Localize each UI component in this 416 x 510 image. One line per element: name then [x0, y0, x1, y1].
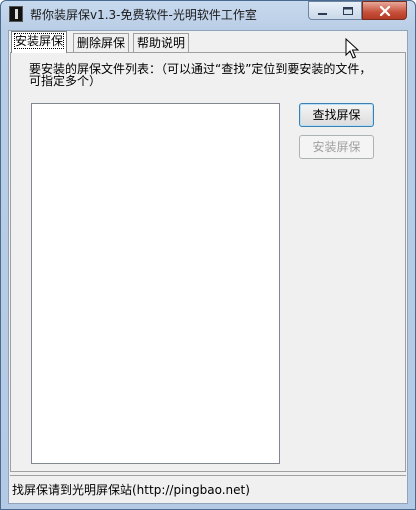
close-icon — [379, 5, 391, 17]
install-tab-panel: 要安装的屏保文件列表：（可以通过“查找”定位到要安装的文件， 可指定多个） 查找… — [10, 52, 406, 472]
tab-install-label: 安装屏保 — [13, 33, 65, 49]
maximize-button[interactable] — [335, 1, 362, 20]
instruction-text: 要安装的屏保文件列表：（可以通过“查找”定位到要安装的文件， 可指定多个） — [29, 63, 399, 87]
app-icon[interactable] — [9, 6, 23, 22]
instruction-line-2: 可指定多个） — [29, 74, 102, 88]
tab-delete-label: 删除屏保 — [77, 36, 126, 50]
status-bar: 找屏保请到光明屏保站(http://pingbao.net) — [10, 475, 406, 503]
tab-help-label: 帮助说明 — [137, 36, 186, 50]
client-area: 安装屏保 删除屏保 帮助说明 要安装的屏保文件列表：（可以通过“查找”定位到要安… — [8, 30, 408, 504]
title-bar[interactable]: 帮你装屏保v1.3-免费软件-光明软件工作室 — [1, 1, 415, 28]
install-screensaver-button[interactable]: 安装屏保 — [299, 135, 374, 159]
maximize-icon — [343, 7, 353, 15]
minimize-icon — [318, 13, 327, 15]
mouse-cursor-icon — [345, 38, 359, 59]
status-text: 找屏保请到光明屏保站(http://pingbao.net) — [12, 483, 250, 497]
screensaver-file-list[interactable] — [31, 103, 280, 464]
window-title: 帮你装屏保v1.3-免费软件-光明软件工作室 — [30, 8, 257, 22]
tab-install[interactable]: 安装屏保 — [11, 31, 68, 53]
tab-delete[interactable]: 删除屏保 — [73, 33, 130, 53]
tab-help[interactable]: 帮助说明 — [133, 33, 190, 53]
app-window: 帮你装屏保v1.3-免费软件-光明软件工作室 安装屏保 删除屏保 帮助说明 要安… — [0, 0, 416, 510]
minimize-button[interactable] — [308, 1, 336, 20]
close-button[interactable] — [362, 1, 407, 20]
find-screensaver-button[interactable]: 查找屏保 — [299, 103, 374, 127]
